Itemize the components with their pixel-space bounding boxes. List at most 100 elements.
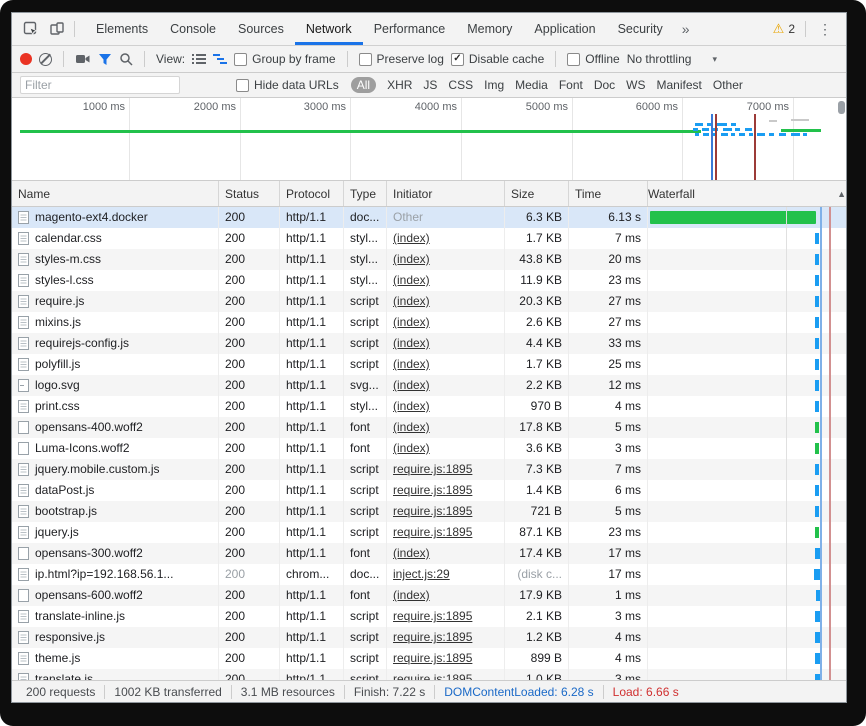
show-overview-icon[interactable]: [213, 53, 227, 65]
record-network-log-button[interactable]: [20, 53, 32, 65]
column-header-initiator[interactable]: Initiator: [387, 181, 505, 206]
network-overview-timeline[interactable]: 1000 ms2000 ms3000 ms4000 ms5000 ms6000 …: [12, 98, 846, 181]
initiator-link[interactable]: (index): [393, 378, 430, 392]
table-row[interactable]: logo.svg200http/1.1svg...(index)2.2 KB12…: [12, 375, 846, 396]
table-row[interactable]: print.css200http/1.1styl...(index)970 B4…: [12, 396, 846, 417]
cell-waterfall: [648, 606, 846, 627]
initiator-link[interactable]: require.js:1895: [393, 525, 472, 539]
column-header-protocol[interactable]: Protocol: [280, 181, 344, 206]
filter-type-all[interactable]: All: [351, 77, 376, 93]
table-row[interactable]: translate-inline.js200http/1.1scriptrequ…: [12, 606, 846, 627]
table-row[interactable]: jquery.mobile.custom.js200http/1.1script…: [12, 459, 846, 480]
initiator-link[interactable]: require.js:1895: [393, 630, 472, 644]
initiator-link[interactable]: (index): [393, 252, 430, 266]
column-header-size[interactable]: Size: [505, 181, 569, 206]
filter-type-xhr[interactable]: XHR: [387, 78, 412, 92]
column-header-name[interactable]: Name: [12, 181, 219, 206]
preserve-log-checkbox[interactable]: Preserve log: [359, 52, 444, 66]
table-row[interactable]: styles-m.css200http/1.1styl...(index)43.…: [12, 249, 846, 270]
table-row[interactable]: bootstrap.js200http/1.1scriptrequire.js:…: [12, 501, 846, 522]
initiator-link[interactable]: require.js:1895: [393, 483, 472, 497]
filter-type-media[interactable]: Media: [515, 78, 548, 92]
hide-data-urls-checkbox[interactable]: Hide data URLs: [236, 78, 339, 92]
tab-network[interactable]: Network: [295, 13, 363, 45]
tab-performance[interactable]: Performance: [363, 13, 457, 45]
filter-type-js[interactable]: JS: [423, 78, 437, 92]
table-row[interactable]: translate.js200http/1.1scriptrequire.js:…: [12, 669, 846, 680]
initiator-link[interactable]: require.js:1895: [393, 672, 472, 680]
table-row[interactable]: responsive.js200http/1.1scriptrequire.js…: [12, 627, 846, 648]
table-row[interactable]: theme.js200http/1.1scriptrequire.js:1895…: [12, 648, 846, 669]
list-view-icon[interactable]: [192, 53, 206, 65]
filter-type-doc[interactable]: Doc: [594, 78, 615, 92]
initiator-link[interactable]: (index): [393, 231, 430, 245]
initiator-link[interactable]: require.js:1895: [393, 504, 472, 518]
filter-type-img[interactable]: Img: [484, 78, 504, 92]
throttling-dropdown[interactable]: No throttling: [627, 52, 692, 66]
table-row[interactable]: requirejs-config.js200http/1.1script(ind…: [12, 333, 846, 354]
initiator-link[interactable]: require.js:1895: [393, 609, 472, 623]
initiator-link[interactable]: (index): [393, 546, 430, 560]
table-row[interactable]: opensans-300.woff2200http/1.1font(index)…: [12, 543, 846, 564]
initiator-link[interactable]: (index): [393, 420, 430, 434]
summary-item[interactable]: Load: 6.66 s: [603, 685, 688, 699]
initiator-link[interactable]: (index): [393, 357, 430, 371]
filter-input[interactable]: [20, 76, 180, 94]
tab-application[interactable]: Application: [523, 13, 606, 45]
initiator-link[interactable]: (index): [393, 399, 430, 413]
table-row[interactable]: mixins.js200http/1.1script(index)2.6 KB2…: [12, 312, 846, 333]
table-row[interactable]: jquery.js200http/1.1scriptrequire.js:189…: [12, 522, 846, 543]
table-row[interactable]: Luma-Icons.woff2200http/1.1font(index)3.…: [12, 438, 846, 459]
table-row[interactable]: opensans-400.woff2200http/1.1font(index)…: [12, 417, 846, 438]
table-row[interactable]: calendar.css200http/1.1styl...(index)1.7…: [12, 228, 846, 249]
filter-icon[interactable]: [98, 53, 112, 66]
cell-protocol: http/1.1: [280, 459, 344, 480]
cell-status: 200: [219, 354, 280, 375]
filter-type-manifest[interactable]: Manifest: [657, 78, 702, 92]
tab-elements[interactable]: Elements: [85, 13, 159, 45]
initiator-link[interactable]: (index): [393, 588, 430, 602]
initiator-link[interactable]: (index): [393, 441, 430, 455]
initiator-link[interactable]: (index): [393, 273, 430, 287]
column-header-waterfall[interactable]: Waterfall▲: [648, 181, 846, 206]
table-header: NameStatusProtocolTypeInitiatorSizeTimeW…: [12, 181, 846, 207]
column-header-type[interactable]: Type: [344, 181, 387, 206]
filter-type-css[interactable]: CSS: [448, 78, 473, 92]
search-icon[interactable]: [119, 52, 133, 66]
column-header-time[interactable]: Time: [569, 181, 648, 206]
tab-memory[interactable]: Memory: [456, 13, 523, 45]
column-header-status[interactable]: Status: [219, 181, 280, 206]
tab-sources[interactable]: Sources: [227, 13, 295, 45]
tab-security[interactable]: Security: [607, 13, 674, 45]
tab-console[interactable]: Console: [159, 13, 227, 45]
table-row[interactable]: styles-l.css200http/1.1styl...(index)11.…: [12, 270, 846, 291]
filter-type-font[interactable]: Font: [559, 78, 583, 92]
initiator-link[interactable]: require.js:1895: [393, 651, 472, 665]
devtools-menu-icon[interactable]: ⋮: [810, 21, 840, 38]
offline-checkbox[interactable]: Offline: [567, 52, 619, 66]
table-row[interactable]: opensans-600.woff2200http/1.1font(index)…: [12, 585, 846, 606]
scrollbar-thumb[interactable]: [838, 101, 845, 114]
initiator-link[interactable]: require.js:1895: [393, 462, 472, 476]
warnings-badge[interactable]: ⚠ 2: [767, 21, 801, 37]
disable-cache-checkbox[interactable]: Disable cache: [451, 52, 544, 66]
filter-type-ws[interactable]: WS: [626, 78, 645, 92]
table-row[interactable]: magento-ext4.docker200http/1.1doc...Othe…: [12, 207, 846, 228]
table-row[interactable]: require.js200http/1.1script(index)20.3 K…: [12, 291, 846, 312]
device-toolbar-icon[interactable]: [44, 17, 70, 41]
more-tabs-button[interactable]: »: [674, 21, 698, 37]
initiator-link[interactable]: inject.js:29: [393, 567, 450, 581]
chevron-down-icon[interactable]: ▾: [712, 54, 717, 65]
table-row[interactable]: ip.html?ip=192.168.56.1...200chrom...doc…: [12, 564, 846, 585]
inspect-element-icon[interactable]: [18, 17, 44, 41]
table-row[interactable]: dataPost.js200http/1.1scriptrequire.js:1…: [12, 480, 846, 501]
group-by-frame-checkbox[interactable]: Group by frame: [234, 52, 335, 66]
summary-item[interactable]: DOMContentLoaded: 6.28 s: [434, 685, 602, 699]
filter-type-other[interactable]: Other: [713, 78, 743, 92]
initiator-link[interactable]: (index): [393, 336, 430, 350]
table-row[interactable]: polyfill.js200http/1.1script(index)1.7 K…: [12, 354, 846, 375]
capture-screenshots-icon[interactable]: [75, 53, 91, 65]
clear-network-log-icon[interactable]: [39, 53, 52, 66]
initiator-link[interactable]: (index): [393, 315, 430, 329]
initiator-link[interactable]: (index): [393, 294, 430, 308]
